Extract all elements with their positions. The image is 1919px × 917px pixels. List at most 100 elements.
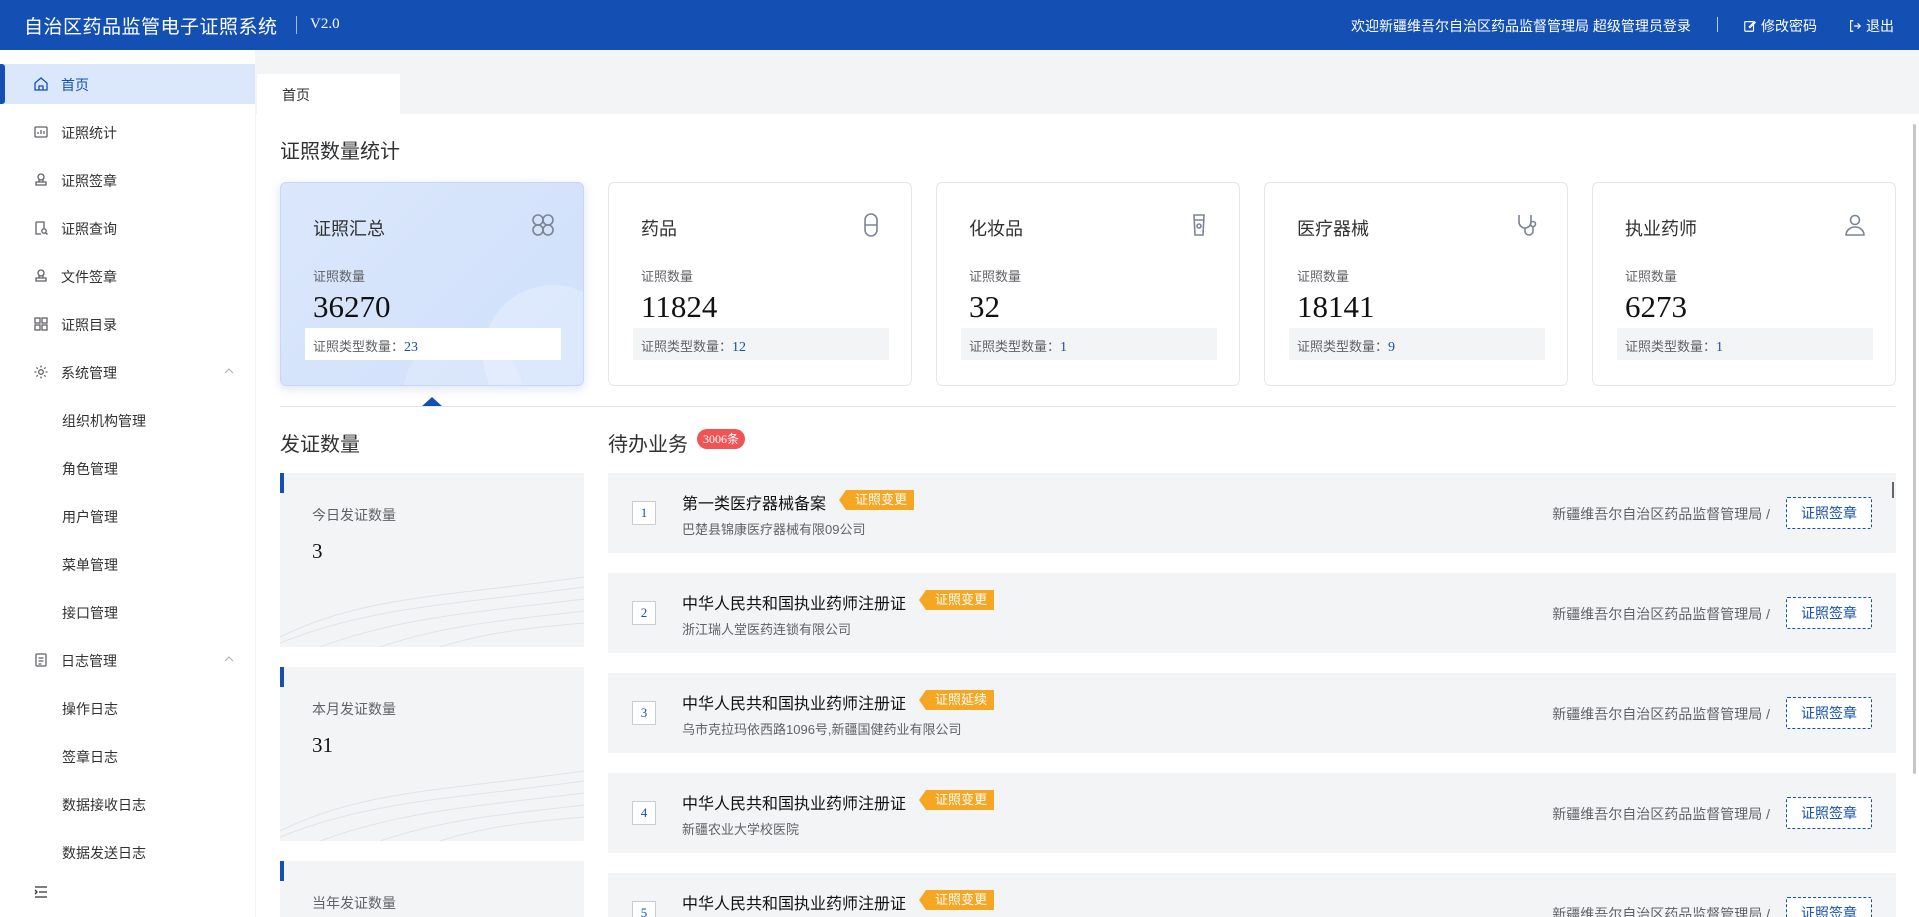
license-sign-button[interactable]: 证照签章	[1786, 597, 1872, 629]
todo-item[interactable]: 4 中华人民共和国执业药师注册证 证照变更 新疆农业大学校医院 新疆维吾尔自治区…	[608, 773, 1896, 853]
gear-icon	[34, 365, 48, 379]
type-count-label: 证照类型数量：	[1297, 339, 1389, 354]
license-sign-button[interactable]: 证照签章	[1786, 497, 1872, 529]
sidebar-item-license-stats[interactable]: 证照统计	[0, 112, 255, 152]
chevron-up-icon	[224, 368, 234, 374]
stethoscope-icon	[1518, 215, 1537, 236]
tab-strip	[256, 74, 1919, 114]
sidebar-item-label: 签章日志	[62, 749, 118, 765]
todo-item[interactable]: 1 第一类医疗器械备案 证照变更 巴楚县锦康医疗器械有限09公司 新疆维吾尔自治…	[608, 473, 1896, 553]
card-title: 药品	[641, 219, 677, 239]
cosmetics-card[interactable]: 化妆品 证照数量 32 证照类型数量：1	[936, 182, 1240, 386]
stat-accent-bar	[280, 473, 284, 493]
sidebar-item-home[interactable]: 首页	[0, 64, 255, 104]
capsule-icon	[864, 213, 878, 237]
todo-org: 新疆维吾尔自治区药品监督管理局 /	[1552, 906, 1770, 917]
card-count-label: 证照数量	[1297, 269, 1350, 284]
card-type-count: 证照类型数量：1	[1617, 328, 1873, 360]
logout-button[interactable]: 退出	[1848, 16, 1894, 36]
todo-tag: 证照延续	[918, 690, 995, 710]
todo-org: 新疆维吾尔自治区药品监督管理局 /	[1552, 706, 1770, 722]
card-title: 化妆品	[969, 219, 1023, 239]
sidebar-item-label: 用户管理	[62, 509, 118, 525]
todo-number: 4	[632, 801, 656, 825]
tab-home[interactable]: 首页	[257, 74, 400, 114]
section-divider	[280, 406, 1896, 407]
sidebar-item-label: 菜单管理	[62, 557, 118, 573]
sidebar-item-org-management[interactable]: 组织机构管理	[0, 400, 255, 440]
today-issue-stat: 今日发证数量 3	[280, 473, 584, 647]
todo-company: 浙江瑞人堂医药连锁有限公司	[682, 622, 852, 637]
card-count: 36270	[313, 289, 391, 324]
sidebar-item-menu-management[interactable]: 菜单管理	[0, 544, 255, 584]
sidebar-item-license-query[interactable]: 证照查询	[0, 208, 255, 248]
todo-title: 第一类医疗器械备案	[682, 496, 827, 513]
medical-device-card[interactable]: 医疗器械 证照数量 18141 证照类型数量：9	[1264, 182, 1568, 386]
sidebar-item-log-management[interactable]: 日志管理	[0, 640, 255, 680]
sidebar-item-user-management[interactable]: 用户管理	[0, 496, 255, 536]
sidebar-item-label: 角色管理	[62, 461, 118, 477]
cosmetic-icon	[1193, 214, 1205, 236]
menu-collapse-icon[interactable]	[33, 884, 49, 900]
card-title: 医疗器械	[1297, 219, 1369, 239]
sidebar-item-license-catalog[interactable]: 证照目录	[0, 304, 255, 344]
sidebar-item-sign-log[interactable]: 签章日志	[0, 736, 255, 776]
stat-label: 本月发证数量	[312, 701, 396, 717]
drug-card[interactable]: 药品 证照数量 11824 证照类型数量：12	[608, 182, 912, 386]
todo-list-scrollbar[interactable]	[1892, 482, 1894, 498]
top-bar: 自治区药品监管电子证照系统 V2.0 欢迎新疆维吾尔自治区药品监督管理局 超级管…	[0, 0, 1919, 50]
grid-icon	[532, 214, 554, 236]
page-scrollbar[interactable]	[1913, 124, 1916, 774]
todo-title: 中华人民共和国执业药师注册证	[682, 896, 907, 913]
card-count: 18141	[1297, 289, 1375, 324]
todo-item[interactable]: 3 中华人民共和国执业药师注册证 证照延续 乌市克拉玛依西路1096号,新疆国健…	[608, 673, 1896, 753]
type-count-label: 证照类型数量：	[641, 339, 733, 354]
sidebar-item-role-management[interactable]: 角色管理	[0, 448, 255, 488]
wave-decoration	[280, 770, 584, 841]
change-password-button[interactable]: 修改密码	[1743, 16, 1817, 36]
header-divider	[1717, 17, 1718, 32]
chevron-up-icon	[224, 656, 234, 662]
sidebar-item-data-receive-log[interactable]: 数据接收日志	[0, 784, 255, 824]
summary-card[interactable]: 证照汇总 证照数量 36270 证照类型数量：23	[280, 182, 584, 386]
sidebar-item-label: 数据发送日志	[62, 845, 146, 861]
pharmacist-card[interactable]: 执业药师 证照数量 6273 证照类型数量：1	[1592, 182, 1896, 386]
card-type-count: 证照类型数量：1	[961, 328, 1217, 360]
todo-item[interactable]: 2 中华人民共和国执业药师注册证 证照变更 浙江瑞人堂医药连锁有限公司 新疆维吾…	[608, 573, 1896, 653]
license-stats-title: 证照数量统计	[280, 141, 400, 163]
sidebar-item-api-management[interactable]: 接口管理	[0, 592, 255, 632]
card-count: 32	[969, 289, 1000, 324]
license-sign-button[interactable]: 证照签章	[1786, 697, 1872, 729]
grid-icon	[34, 317, 48, 331]
type-count-label: 证照类型数量：	[969, 339, 1061, 354]
search-doc-icon	[35, 221, 48, 235]
sidebar-item-label: 证照目录	[61, 317, 117, 333]
sidebar-item-data-send-log[interactable]: 数据发送日志	[0, 832, 255, 872]
sidebar-item-system-management[interactable]: 系统管理	[0, 352, 255, 392]
card-type-count: 证照类型数量：9	[1289, 328, 1545, 360]
card-title: 证照汇总	[313, 219, 385, 239]
todo-title: 待办业务	[608, 434, 688, 456]
stat-accent-bar	[280, 667, 284, 687]
type-count-value: 1	[1060, 340, 1068, 355]
card-count-label: 证照数量	[1625, 269, 1678, 284]
card-title: 执业药师	[1625, 219, 1697, 239]
todo-company: 巴楚县锦康医疗器械有限09公司	[682, 522, 866, 537]
todo-title: 中华人民共和国执业药师注册证	[682, 596, 907, 613]
license-sign-button[interactable]: 证照签章	[1786, 897, 1872, 917]
sidebar-item-file-sign[interactable]: 文件签章	[0, 256, 255, 296]
sidebar-item-operation-log[interactable]: 操作日志	[0, 688, 255, 728]
license-sign-button[interactable]: 证照签章	[1786, 797, 1872, 829]
card-count: 6273	[1625, 289, 1687, 324]
chart-icon	[34, 126, 48, 138]
sidebar-item-label: 证照统计	[61, 125, 117, 141]
todo-number: 3	[632, 701, 656, 725]
todo-title: 中华人民共和国执业药师注册证	[682, 696, 907, 713]
log-icon	[35, 653, 47, 667]
sidebar-item-license-sign[interactable]: 证照签章	[0, 160, 255, 200]
todo-org: 新疆维吾尔自治区药品监督管理局 /	[1552, 506, 1770, 522]
sidebar-item-label: 数据接收日志	[62, 797, 146, 813]
card-type-count: 证照类型数量：12	[633, 328, 889, 360]
issue-count-title: 发证数量	[280, 434, 360, 456]
todo-item[interactable]: 5 中华人民共和国执业药师注册证 证照变更 新疆维吾尔自治区药品监督管理局 / …	[608, 873, 1896, 917]
